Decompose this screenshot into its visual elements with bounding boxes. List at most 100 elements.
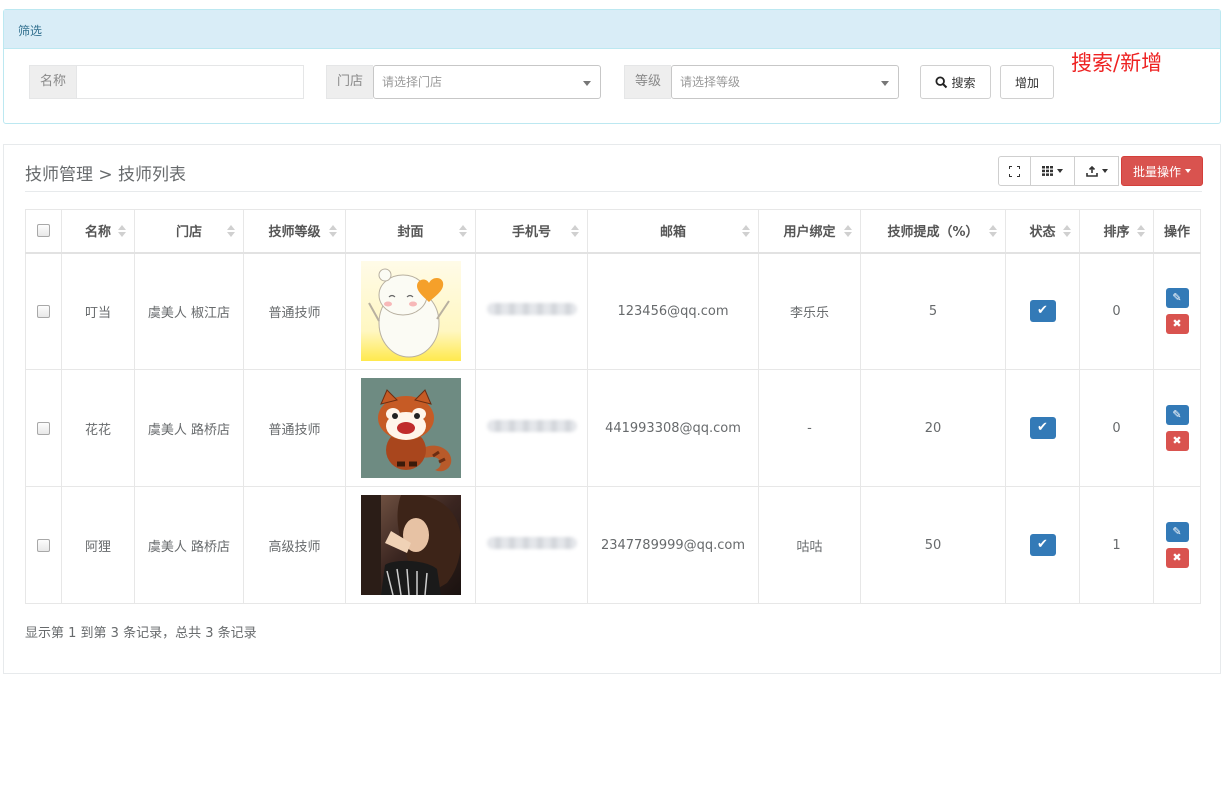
table-row: 花花 虞美人 路桥店 普通技师 441993308@qq.com - 20 ✔ …	[25, 369, 1201, 487]
sort-icon	[329, 225, 337, 237]
column-header-label: 排序	[1103, 225, 1130, 241]
store-filter-label: 门店	[326, 65, 374, 99]
column-header-cover[interactable]: 封面	[345, 209, 476, 254]
table-row: 叮当 虞美人 椒江店 普通技师 123456@qq.com 李乐乐 5 ✔ 0 …	[25, 252, 1201, 370]
store-select[interactable]: 请选择门店	[373, 65, 602, 99]
level-select[interactable]: 请选择等级	[671, 65, 900, 99]
name-filter-input[interactable]	[76, 65, 305, 99]
sort-icon	[118, 225, 126, 237]
phone-blurred	[486, 537, 577, 549]
chevron-down-icon	[1185, 169, 1191, 173]
cover-image-red-panda[interactable]	[360, 378, 461, 478]
cell-level: 普通技师	[243, 369, 346, 487]
cell-commission: 5	[860, 252, 1006, 370]
column-header-phone[interactable]: 手机号	[475, 209, 588, 254]
column-header-order[interactable]: 排序	[1079, 209, 1154, 254]
cover-image-photo[interactable]	[360, 495, 461, 595]
chevron-down-icon	[583, 81, 592, 86]
store-filter-group: 门店 请选择门店	[326, 65, 602, 99]
pagination-info: 显示第 1 到第 3 条记录，总共 3 条记录	[25, 626, 257, 641]
grid-icon	[1042, 166, 1053, 176]
edit-icon[interactable]: ✎	[1165, 522, 1189, 542]
column-header-status[interactable]: 状态	[1005, 209, 1080, 254]
table-toolbar: 批量操作	[998, 156, 1203, 186]
cell-order: 1	[1079, 486, 1154, 604]
sort-icon	[989, 225, 997, 237]
row-checkbox[interactable]	[37, 304, 50, 318]
column-header-email[interactable]: 邮箱	[587, 209, 759, 254]
cell-user-bind: 咕咕	[758, 486, 861, 604]
search-button-label: 搜索	[951, 75, 976, 90]
breadcrumb: 技师管理 > 技师列表	[25, 165, 187, 185]
cell-name: 阿狸	[61, 486, 135, 604]
edit-icon[interactable]: ✎	[1165, 288, 1189, 309]
column-header-label: 操作	[1163, 225, 1190, 241]
cell-name: 叮当	[61, 252, 135, 370]
cell-level: 普通技师	[243, 252, 346, 370]
status-check-icon[interactable]: ✔	[1029, 417, 1056, 439]
delete-icon[interactable]: ✖	[1165, 314, 1189, 335]
column-header-label: 封面	[397, 225, 424, 241]
fullscreen-button[interactable]	[998, 156, 1031, 186]
sort-icon	[1063, 225, 1071, 237]
edit-icon[interactable]: ✎	[1165, 405, 1189, 425]
search-icon	[935, 75, 948, 88]
column-header-store[interactable]: 门店	[134, 209, 244, 254]
cell-commission: 50	[860, 486, 1006, 604]
cell-email: 123456@qq.com	[587, 252, 759, 370]
chevron-down-icon	[1101, 169, 1108, 173]
chevron-down-icon	[1057, 169, 1063, 173]
filter-panel: 筛选 名称 门店 请选择门店 等级 请选择等级 搜索 增加 搜索/新增	[3, 9, 1221, 124]
store-select-placeholder: 请选择门店	[382, 75, 443, 89]
technician-table: 名称 门店 技师等级 封面 手机号 邮箱 用户绑定 技师提成（%） 状态 排序 …	[25, 209, 1201, 604]
column-header-label: 门店	[175, 225, 202, 241]
column-header-label: 手机号	[511, 225, 551, 241]
column-header-name[interactable]: 名称	[61, 209, 135, 254]
column-header-actions: 操作	[1153, 209, 1201, 254]
select-all-checkbox[interactable]	[37, 224, 50, 238]
column-header-commission[interactable]: 技师提成（%）	[860, 209, 1006, 254]
search-button[interactable]: 搜索	[920, 65, 991, 99]
add-button[interactable]: 增加	[1000, 65, 1054, 99]
status-check-icon[interactable]: ✔	[1029, 300, 1056, 323]
table-header-row: 名称 门店 技师等级 封面 手机号 邮箱 用户绑定 技师提成（%） 状态 排序 …	[25, 209, 1201, 254]
cover-image-cartoon-bear[interactable]	[360, 261, 461, 362]
phone-blurred	[486, 420, 577, 432]
delete-icon[interactable]: ✖	[1165, 431, 1189, 451]
name-filter-label: 名称	[29, 65, 77, 99]
level-select-placeholder: 请选择等级	[680, 75, 741, 89]
columns-toggle-button[interactable]	[1030, 156, 1075, 186]
cell-order: 0	[1079, 369, 1154, 487]
fullscreen-icon	[1009, 165, 1020, 177]
column-header-label: 状态	[1029, 225, 1056, 241]
select-all-cell	[25, 209, 62, 254]
sort-icon	[844, 225, 852, 237]
cell-order: 0	[1079, 252, 1154, 370]
name-filter-group: 名称	[29, 65, 305, 99]
cell-user-bind: 李乐乐	[758, 252, 861, 370]
batch-operation-label: 批量操作	[1132, 164, 1181, 179]
column-header-label: 邮箱	[659, 225, 686, 241]
cell-user-bind: -	[758, 369, 861, 487]
delete-icon[interactable]: ✖	[1165, 548, 1189, 568]
sort-icon	[1137, 225, 1145, 237]
batch-operation-button[interactable]: 批量操作	[1121, 156, 1203, 186]
cell-store: 虞美人 路桥店	[134, 369, 244, 487]
cell-commission: 20	[860, 369, 1006, 487]
row-checkbox[interactable]	[37, 538, 50, 552]
column-header-label: 技师等级	[268, 225, 321, 241]
cell-level: 高级技师	[243, 486, 346, 604]
export-button[interactable]	[1074, 156, 1119, 186]
technician-list-panel: 技师管理 > 技师列表 批量操作 名称 门店 技师等级 封面 手机号 邮箱 用户…	[3, 144, 1221, 674]
cell-store: 虞美人 路桥店	[134, 486, 244, 604]
sort-icon	[742, 225, 750, 237]
status-check-icon[interactable]: ✔	[1029, 534, 1056, 556]
sort-icon	[227, 225, 235, 237]
cell-email: 441993308@qq.com	[587, 369, 759, 487]
row-checkbox[interactable]	[37, 421, 50, 435]
export-icon	[1085, 165, 1098, 177]
column-header-level[interactable]: 技师等级	[243, 209, 346, 254]
sort-icon	[571, 225, 579, 237]
column-header-label: 名称	[84, 225, 111, 241]
column-header-user-bind[interactable]: 用户绑定	[758, 209, 861, 254]
